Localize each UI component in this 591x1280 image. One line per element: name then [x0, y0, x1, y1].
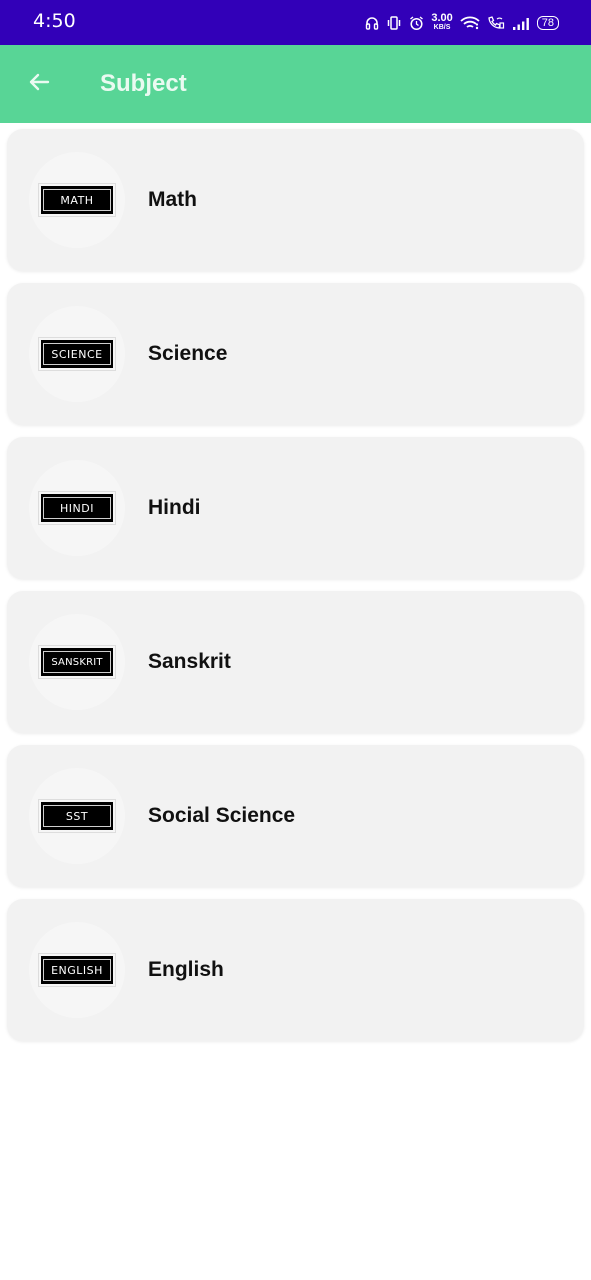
alarm-icon: [409, 15, 424, 31]
badge-text: SANSKRIT: [43, 651, 111, 673]
subject-card-math[interactable]: MATH Math: [7, 129, 584, 271]
back-button[interactable]: [22, 67, 56, 101]
subject-label: English: [148, 958, 224, 981]
subject-card-english[interactable]: ENGLISH English: [7, 899, 584, 1041]
sanskrit-badge-icon: SANSKRIT: [38, 645, 116, 679]
headphones-icon: [365, 16, 379, 30]
subject-label: Social Science: [148, 804, 296, 827]
page-title: Subject: [100, 70, 187, 97]
subject-card-social-science[interactable]: SST Social Science: [7, 745, 584, 887]
subject-card-science[interactable]: SCIENCE Science: [7, 283, 584, 425]
app-bar: Subject: [0, 45, 591, 123]
network-speed-value: 3.00: [431, 12, 453, 24]
status-icons: 3.00 KB/S 78: [365, 12, 559, 34]
status-time: 4:50: [33, 10, 76, 32]
english-badge-icon: ENGLISH: [38, 953, 116, 987]
sst-badge-icon: SST: [38, 799, 116, 833]
status-bar: 4:50 3.00 KB/S 78: [0, 0, 591, 45]
wifi-calling-icon: [487, 16, 505, 30]
vibrate-icon: [386, 16, 402, 30]
badge-text: ENGLISH: [43, 959, 111, 981]
network-speed-unit: KB/S: [433, 24, 451, 31]
subject-list: MATH Math SCIENCE Science HINDI Hindi SA…: [7, 129, 584, 1053]
badge-text: MATH: [43, 189, 111, 211]
subject-card-sanskrit[interactable]: SANSKRIT Sanskrit: [7, 591, 584, 733]
badge-text: SST: [43, 805, 111, 827]
subject-label: Math: [148, 188, 197, 211]
battery-icon: 78: [536, 16, 559, 30]
math-badge-icon: MATH: [38, 183, 116, 217]
science-badge-icon: SCIENCE: [38, 337, 116, 371]
badge-text: HINDI: [43, 497, 111, 519]
badge-text: SCIENCE: [43, 343, 111, 365]
network-speed: 3.00 KB/S: [431, 12, 453, 32]
subject-label: Hindi: [148, 496, 201, 519]
subject-label: Science: [148, 342, 228, 365]
subject-label: Sanskrit: [148, 650, 231, 673]
signal-icon: [512, 17, 530, 30]
arrow-left-icon: [27, 70, 51, 99]
subject-card-hindi[interactable]: HINDI Hindi: [7, 437, 584, 579]
wifi-icon: [460, 16, 480, 30]
hindi-badge-icon: HINDI: [38, 491, 116, 525]
